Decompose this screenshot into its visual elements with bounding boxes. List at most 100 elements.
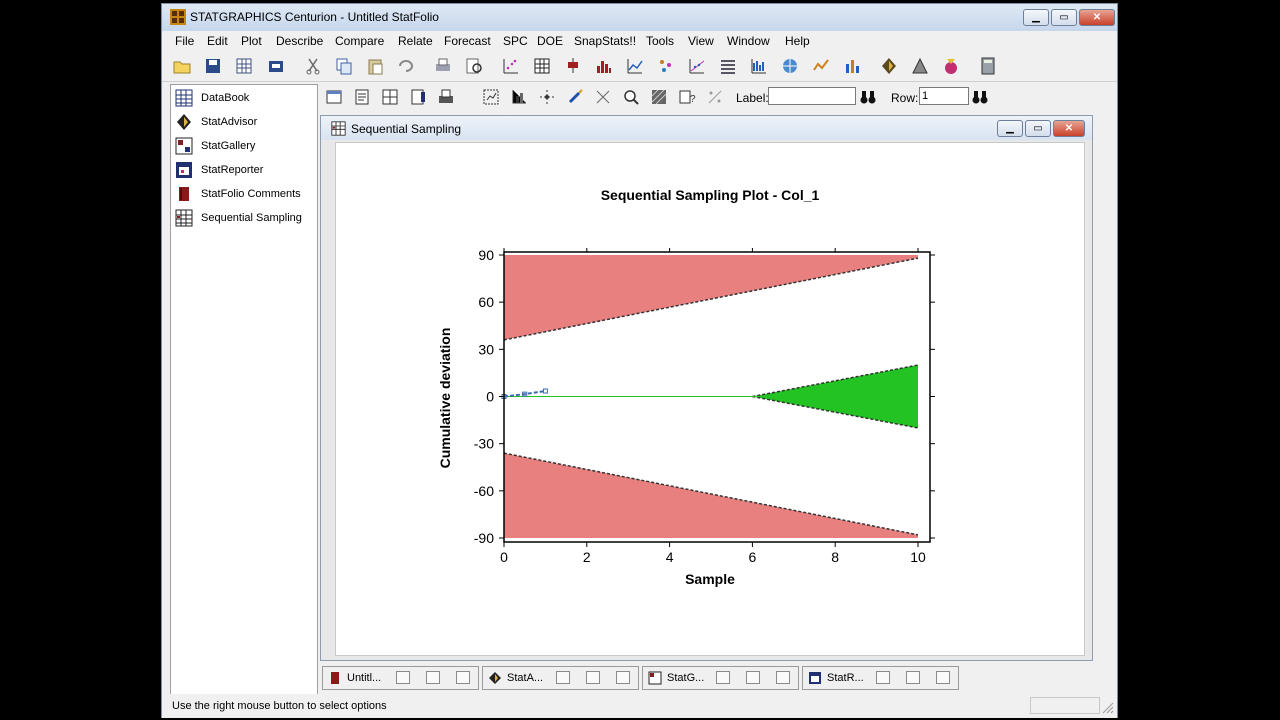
cut-icon[interactable]	[303, 56, 323, 76]
help-window-icon[interactable]: ?	[678, 88, 696, 106]
bar-chart-icon[interactable]	[842, 56, 862, 76]
zoom-icon[interactable]	[622, 88, 640, 106]
task-close-icon[interactable]	[776, 671, 790, 684]
brush-icon[interactable]	[566, 88, 584, 106]
axis-scaling-icon[interactable]	[510, 88, 528, 106]
boxplot-icon[interactable]	[563, 56, 583, 76]
y-tick-label: 90	[478, 247, 494, 263]
task-label: StatR...	[827, 672, 864, 684]
copy-icon[interactable]	[334, 56, 354, 76]
task-restore-icon[interactable]	[716, 671, 730, 684]
task-minimize-icon[interactable]	[906, 671, 920, 684]
exclude-points-icon[interactable]	[706, 88, 724, 106]
maximize-button[interactable]: ▭	[1051, 9, 1077, 26]
print-icon[interactable]	[433, 56, 453, 76]
scatterplot-icon[interactable]	[501, 56, 521, 76]
calculator-icon[interactable]	[978, 56, 998, 76]
menu-forecast[interactable]: Forecast	[444, 34, 491, 48]
pyramid-icon[interactable]	[910, 56, 930, 76]
menu-window[interactable]: Window	[727, 34, 770, 48]
statgallery-icon	[648, 671, 662, 685]
list-icon[interactable]	[718, 56, 738, 76]
task-label: Untitl...	[347, 672, 382, 684]
x-axis-label: Sample	[685, 571, 735, 587]
print-save-icon[interactable]	[266, 56, 286, 76]
task-restore-icon[interactable]	[876, 671, 890, 684]
regression-icon[interactable]	[687, 56, 707, 76]
menu-help[interactable]: Help	[785, 34, 810, 48]
task-minimize-icon[interactable]	[426, 671, 440, 684]
task-untitled[interactable]: Untitl...	[322, 666, 479, 690]
menu-tools[interactable]: Tools	[646, 34, 674, 48]
menu-describe[interactable]: Describe	[276, 34, 323, 48]
save-results-icon[interactable]	[409, 88, 427, 106]
child-title-bar[interactable]: Sequential Sampling ▁ ▭ ✕	[321, 116, 1092, 140]
menu-compare[interactable]: Compare	[335, 34, 384, 48]
save-icon[interactable]	[203, 56, 223, 76]
task-close-icon[interactable]	[936, 671, 950, 684]
find-row-binoculars-icon[interactable]	[971, 88, 989, 106]
jitter-icon[interactable]	[594, 88, 612, 106]
sequential-sampling-chart[interactable]: Sequential Sampling Plot - Col_1 0 2 4 6 8 10…	[336, 143, 1084, 655]
task-restore-icon[interactable]	[556, 671, 570, 684]
statadvisor-toolbar-icon[interactable]	[879, 56, 899, 76]
menu-spc[interactable]: SPC	[503, 34, 528, 48]
control-chart-icon[interactable]	[749, 56, 769, 76]
datasheet-icon[interactable]	[234, 56, 254, 76]
menu-edit[interactable]: Edit	[207, 34, 228, 48]
paste-icon[interactable]	[365, 56, 385, 76]
trend-icon[interactable]	[811, 56, 831, 76]
task-close-icon[interactable]	[456, 671, 470, 684]
sidebar-item-sequential-sampling[interactable]: Sequential Sampling	[173, 208, 317, 228]
sidebar-item-statfolio-comments[interactable]: StatFolio Comments	[173, 184, 317, 204]
menu-snapstats[interactable]: SnapStats!!	[574, 34, 636, 48]
task-restore-icon[interactable]	[396, 671, 410, 684]
line-chart-icon[interactable]	[625, 56, 645, 76]
analysis-options-icon[interactable]	[353, 88, 371, 106]
task-minimize-icon[interactable]	[746, 671, 760, 684]
child-close-button[interactable]: ✕	[1053, 120, 1085, 137]
input-dialog-icon[interactable]	[325, 88, 343, 106]
menu-relate[interactable]: Relate	[398, 34, 433, 48]
menu-plot[interactable]: Plot	[241, 34, 262, 48]
open-folder-icon[interactable]	[172, 56, 192, 76]
statwizard-icon[interactable]	[941, 56, 961, 76]
menu-file[interactable]: File	[175, 34, 194, 48]
minimize-button[interactable]: ▁	[1023, 9, 1049, 26]
task-statgallery[interactable]: StatG...	[642, 666, 799, 690]
title-bar[interactable]: STATGRAPHICS Centurion - Untitled StatFo…	[162, 4, 1117, 31]
resize-grip-icon[interactable]	[1100, 700, 1114, 714]
sidebar-item-statgallery[interactable]: StatGallery	[173, 136, 317, 156]
task-minimize-icon[interactable]	[586, 671, 600, 684]
close-button[interactable]: ✕	[1079, 9, 1115, 26]
graphics-options-icon[interactable]	[482, 88, 500, 106]
point-identify-icon[interactable]	[538, 88, 556, 106]
sidebar-item-statadvisor[interactable]: StatAdvisor	[173, 112, 317, 132]
multiplot-icon[interactable]	[656, 56, 676, 76]
task-close-icon[interactable]	[616, 671, 630, 684]
globe-icon[interactable]	[780, 56, 800, 76]
print-analysis-icon[interactable]	[437, 88, 455, 106]
tables-graphs-icon[interactable]	[381, 88, 399, 106]
sidebar-item-databook[interactable]: DataBook	[173, 88, 317, 108]
menu-doe[interactable]: DOE	[537, 34, 563, 48]
histogram-icon[interactable]	[594, 56, 614, 76]
undo-icon[interactable]	[396, 56, 416, 76]
task-statreporter[interactable]: StatR...	[802, 666, 959, 690]
label-field[interactable]	[768, 87, 856, 105]
plot-area[interactable]: Sequential Sampling Plot - Col_1 0 2 4 6 8 10…	[335, 142, 1085, 656]
sidebar-item-label: Sequential Sampling	[201, 212, 302, 224]
print-preview-icon[interactable]	[464, 56, 484, 76]
child-minimize-button[interactable]: ▁	[997, 120, 1023, 137]
sidebar-item-statreporter[interactable]: StatReporter	[173, 160, 317, 180]
child-maximize-button[interactable]: ▭	[1025, 120, 1051, 137]
pattern-fill-icon[interactable]	[650, 88, 668, 106]
analysis-toolbar: ? Label: Row: 1	[322, 84, 1112, 112]
y-tick-label: 0	[486, 389, 494, 405]
upper-reject-region	[504, 255, 918, 340]
task-statadvisor[interactable]: StatA...	[482, 666, 639, 690]
menu-view[interactable]: View	[688, 34, 714, 48]
find-label-binoculars-icon[interactable]	[859, 88, 877, 106]
table-grid-icon[interactable]	[532, 56, 552, 76]
row-field[interactable]: 1	[919, 87, 969, 105]
